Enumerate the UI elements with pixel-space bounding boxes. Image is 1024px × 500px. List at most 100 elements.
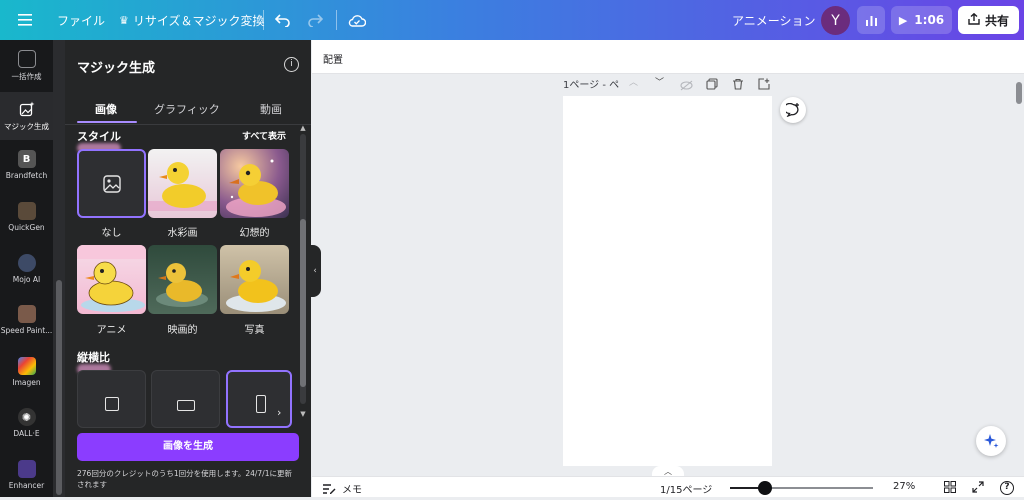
collapse-panel-handle[interactable]: ‹ — [309, 245, 321, 297]
duck-photo-image — [226, 260, 286, 312]
scroll-down-icon[interactable]: ▼ — [297, 410, 309, 418]
avatar-initial: Y — [831, 12, 840, 29]
panel-scroll-thumb[interactable] — [300, 219, 306, 387]
chevron-right-icon[interactable]: › — [277, 406, 281, 419]
style-tile-fantasy[interactable] — [220, 149, 289, 218]
sparkle-icon — [984, 434, 999, 448]
info-icon[interactable]: i — [284, 57, 299, 72]
resize-label: リサイズ＆マジック変換 — [132, 13, 265, 28]
avatar[interactable]: Y — [821, 6, 850, 35]
duplicate-page-icon[interactable] — [706, 75, 718, 94]
context-toolbar: 配置 — [312, 40, 1024, 74]
style-label-anime: アニメ — [96, 325, 127, 336]
rail-item-magic-media[interactable]: マジック生成 — [0, 92, 53, 140]
enhancer-icon — [17, 460, 36, 478]
notes-button[interactable]: メモ — [322, 481, 362, 496]
rail-item-label: 一括作成 — [11, 72, 42, 81]
aspect-landscape-option[interactable] — [151, 370, 220, 428]
fullscreen-icon[interactable] — [972, 481, 984, 493]
style-label-none: なし — [101, 228, 122, 239]
delete-page-icon[interactable] — [732, 75, 744, 94]
page-title[interactable]: 1ページ - ペ — [563, 76, 619, 91]
style-section-title: スタイル — [77, 130, 121, 143]
play-icon: ▶ — [898, 13, 908, 27]
active-tab-indicator — [77, 121, 137, 123]
aspect-section-title: 縦横比 — [77, 351, 110, 364]
comment-add-icon — [786, 103, 799, 117]
image-placeholder-icon — [103, 175, 121, 193]
top-toolbar: ファイル ♛ リサイズ＆マジック変換 アニメーション Y ▶ 1:06 共有 — [0, 0, 1024, 40]
redo-icon[interactable] — [307, 0, 323, 40]
tab-video[interactable]: 動画 — [260, 101, 282, 117]
rail-item-label: Brandfetch — [5, 171, 48, 180]
style-tile-none[interactable] — [77, 149, 146, 218]
aspect-square-option[interactable] — [77, 370, 146, 428]
panel-scrollbar[interactable]: ▲ ▼ — [297, 124, 309, 424]
rail-item-imagen[interactable]: Imagen — [0, 349, 53, 397]
zoom-level[interactable]: 27% — [893, 481, 915, 492]
rail-item-enhancer[interactable]: Enhancer — [0, 452, 53, 500]
grid-view-icon[interactable] — [944, 481, 956, 493]
play-duration: 1:06 — [914, 13, 945, 27]
hide-page-icon[interactable] — [680, 76, 693, 95]
rail-item-bulk-create[interactable]: 一括作成 — [0, 42, 53, 90]
duck-anime-image — [77, 245, 146, 312]
dalle-icon: ✺ — [17, 408, 36, 426]
page-header: 1ページ - ペ — [563, 74, 619, 92]
undo-icon[interactable] — [275, 0, 291, 40]
rail-item-dalle[interactable]: ✺ DALL·E — [0, 400, 53, 448]
hamburger-menu-icon[interactable] — [18, 0, 32, 40]
tab-image[interactable]: 画像 — [95, 101, 117, 117]
generate-image-button[interactable]: 画像を生成 — [77, 433, 299, 461]
speed-paint-icon — [17, 305, 36, 323]
style-tile-anime[interactable] — [77, 245, 146, 314]
rail-item-brandfetch[interactable]: B Brandfetch — [0, 142, 53, 190]
rail-item-mojo-ai[interactable]: Mojo AI — [0, 246, 53, 294]
rail-item-label: QuickGen — [8, 223, 45, 232]
add-page-icon[interactable] — [758, 75, 770, 94]
rail-scrollbar[interactable] — [53, 40, 65, 497]
rail-item-speed-paint[interactable]: Speed Paint... — [0, 297, 53, 345]
square-ratio-icon — [105, 397, 119, 411]
magic-media-panel: マジック生成 i 画像 グラフィック 動画 スタイル すべて表示 なし 水彩画 … — [65, 40, 311, 497]
page-count-button[interactable]: 1/15ページ — [660, 481, 712, 496]
page-up-icon[interactable]: ︿ — [629, 75, 638, 88]
bar-chart-icon[interactable] — [857, 6, 885, 34]
rail-item-label: Speed Paint... — [0, 326, 53, 335]
rail-item-quickgen[interactable]: QuickGen — [0, 194, 53, 242]
magic-media-icon — [18, 100, 36, 118]
style-tile-watercolor[interactable] — [148, 149, 217, 218]
divider — [263, 10, 264, 30]
tab-graphic[interactable]: グラフィック — [154, 101, 220, 117]
style-tile-photo[interactable] — [220, 245, 289, 314]
aspect-portrait-option[interactable] — [226, 370, 292, 428]
bulk-create-icon — [17, 50, 36, 68]
file-menu-button[interactable]: ファイル — [57, 0, 105, 40]
help-icon[interactable]: ? — [1000, 481, 1014, 495]
position-button[interactable]: 配置 — [323, 51, 343, 66]
zoom-slider-knob[interactable] — [758, 481, 773, 495]
scroll-up-icon[interactable]: ▲ — [297, 124, 309, 132]
design-page[interactable] — [563, 96, 772, 466]
magic-assistant-button[interactable] — [976, 426, 1006, 456]
notes-icon — [323, 483, 336, 494]
divider — [336, 10, 337, 30]
page-down-icon[interactable]: ﹀ — [655, 75, 664, 88]
play-button[interactable]: ▶ 1:06 — [891, 6, 952, 34]
share-button[interactable]: 共有 — [958, 6, 1019, 34]
animation-button[interactable]: アニメーション — [732, 0, 816, 40]
rail-scrollbar-thumb[interactable] — [56, 280, 62, 495]
page-comment-button[interactable] — [780, 97, 806, 123]
panel-title: マジック生成 — [77, 61, 156, 76]
cloud-save-icon[interactable] — [348, 0, 366, 40]
duck-watercolor-image — [148, 162, 217, 211]
show-all-link[interactable]: すべて表示 — [242, 129, 286, 142]
canvas-scrollbar-thumb[interactable] — [1016, 82, 1022, 104]
duck-cinematic-image — [156, 263, 208, 307]
quickgen-icon — [17, 202, 36, 220]
bottom-bar: メモ 1/15ページ 27% ? — [312, 476, 1024, 497]
portrait-ratio-icon — [256, 395, 266, 413]
resize-magic-switch-button[interactable]: ♛ リサイズ＆マジック変換 — [119, 0, 265, 40]
rail-item-label: マジック生成 — [4, 122, 49, 131]
style-tile-cinematic[interactable] — [148, 245, 217, 314]
